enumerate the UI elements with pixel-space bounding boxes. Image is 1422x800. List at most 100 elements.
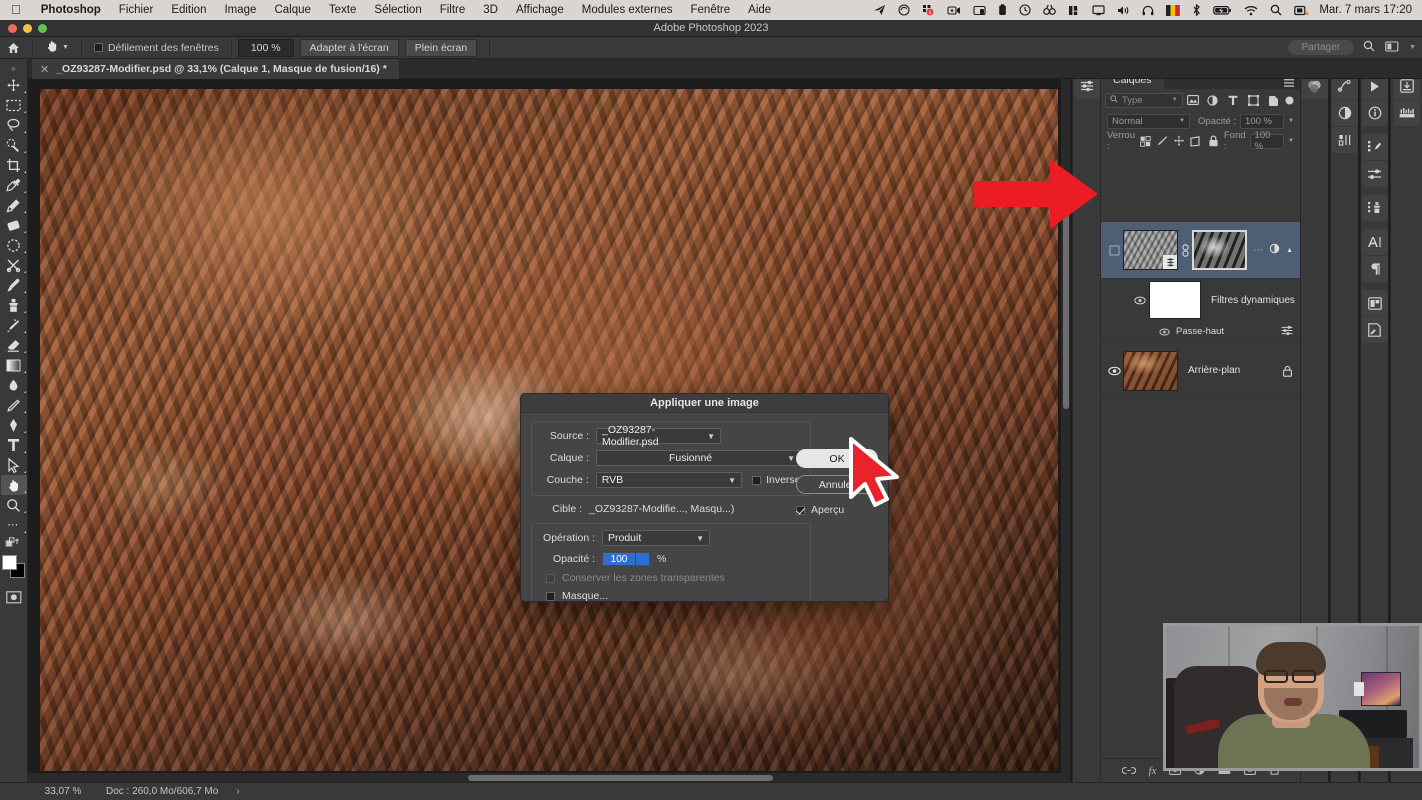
smart-object-filter-icon[interactable] — [1263, 95, 1283, 106]
status-zoom-level[interactable]: 33,07 % — [28, 786, 98, 797]
search-tool-icon[interactable] — [1037, 4, 1062, 16]
link-layers-icon[interactable] — [1121, 762, 1136, 780]
menu-edition[interactable]: Edition — [162, 4, 215, 16]
scroll-thumb[interactable] — [468, 775, 773, 781]
menu-3d[interactable]: 3D — [474, 4, 507, 16]
mask-row[interactable]: Masque... — [538, 590, 804, 601]
toolbar-collapse-button[interactable]: » — [1, 61, 27, 75]
eye-icon[interactable] — [1131, 296, 1149, 305]
brushes-icon[interactable] — [1361, 134, 1388, 160]
chevron-down-icon[interactable]: ▼ — [1409, 44, 1416, 51]
preserve-transparency-row[interactable]: Conserver les zones transparentes — [538, 572, 804, 584]
eye-icon[interactable] — [1105, 366, 1123, 376]
table-row[interactable]: Arrière-plan — [1101, 343, 1301, 399]
full-screen-button[interactable]: Plein écran — [404, 38, 478, 57]
wifi-icon[interactable] — [1238, 5, 1264, 16]
control-center-icon[interactable] — [1288, 5, 1315, 16]
chevron-down-icon[interactable]: ▼ — [62, 44, 69, 51]
dodge-tool[interactable] — [1, 395, 27, 415]
opacity-input[interactable]: 100 — [602, 552, 636, 566]
table-row[interactable]: Filtres dynamiques — [1101, 279, 1301, 321]
type-tool[interactable] — [1, 435, 27, 455]
eraser-tool[interactable] — [1, 335, 27, 355]
marquee-tool[interactable] — [1, 95, 27, 115]
menu-app-name[interactable]: Photoshop — [32, 4, 110, 16]
canvas-horizontal-scrollbar[interactable] — [28, 773, 1070, 782]
clone-source-icon[interactable] — [1361, 195, 1388, 221]
blur-tool[interactable] — [1, 375, 27, 395]
channel-select[interactable]: RVB ▼ — [595, 472, 743, 488]
share-button[interactable]: Partager — [1287, 40, 1354, 55]
ellipsis-icon[interactable]: ⋯ — [1253, 245, 1263, 256]
info-icon[interactable] — [1361, 100, 1388, 126]
frame-tool[interactable] — [1, 235, 27, 255]
screen-record-icon[interactable] — [941, 5, 967, 16]
display-icon[interactable] — [1086, 4, 1111, 16]
screenshot-icon[interactable] — [967, 5, 992, 16]
sliders-icon[interactable] — [1361, 161, 1388, 187]
gradient-tool[interactable] — [1, 355, 27, 375]
chevron-down-icon[interactable]: ▼ — [1288, 138, 1294, 144]
color-swatches[interactable] — [1, 555, 26, 579]
search-icon[interactable] — [1363, 40, 1375, 55]
zoom-100-button[interactable]: 100 % — [237, 38, 294, 57]
menu-selection[interactable]: Sélection — [365, 4, 430, 16]
menu-fenetre[interactable]: Fenêtre — [682, 4, 740, 16]
scissors-tool[interactable] — [1, 255, 27, 275]
link-icon[interactable] — [1178, 243, 1192, 257]
spotlight-icon[interactable] — [1264, 4, 1288, 16]
path-selection-tool[interactable] — [1, 455, 27, 475]
close-icon[interactable]: ✕ — [40, 63, 49, 76]
eye-off-icon[interactable] — [1105, 245, 1123, 256]
volume-icon[interactable] — [1111, 5, 1136, 16]
timeline-icon[interactable] — [1393, 100, 1420, 126]
menu-texte[interactable]: Texte — [320, 4, 366, 16]
swap-colors-icon[interactable] — [1, 535, 27, 551]
menu-bar-clock[interactable]: Mar. 7 mars 17:20 — [1315, 4, 1422, 16]
layer-thumbnail[interactable] — [1123, 230, 1178, 270]
notes-icon[interactable] — [1361, 317, 1388, 343]
fx-icon[interactable]: fx — [1149, 765, 1157, 777]
libraries-icon[interactable] — [1361, 290, 1388, 316]
workspace-icon[interactable] — [1385, 40, 1399, 55]
menu-image[interactable]: Image — [215, 4, 265, 16]
histogram-levels-icon[interactable] — [1331, 127, 1358, 153]
hand-tool[interactable] — [0, 475, 27, 495]
eye-icon[interactable] — [1156, 328, 1172, 336]
eyedropper-tool[interactable] — [1, 175, 27, 195]
telegram-icon[interactable] — [867, 4, 892, 16]
chevron-up-icon[interactable]: ▲ — [1286, 247, 1293, 254]
pen-tool[interactable] — [1, 415, 27, 435]
clone-stamp-tool[interactable] — [1, 295, 27, 315]
lock-position-icon[interactable] — [1173, 135, 1186, 147]
foreground-color-swatch[interactable] — [1, 555, 17, 570]
lock-icon[interactable] — [1282, 365, 1301, 377]
edit-toolbar-button[interactable]: ⋯ — [1, 515, 27, 535]
quick-selection-tool[interactable] — [1, 135, 27, 155]
chevron-right-icon[interactable]: › — [218, 786, 239, 797]
table-row[interactable]: ⋯ ▲ — [1101, 222, 1301, 279]
toggle-icon[interactable] — [1283, 96, 1296, 105]
shape-filter-icon[interactable] — [1243, 94, 1263, 106]
brush-tool[interactable] — [1, 275, 27, 295]
menu-fichier[interactable]: Fichier — [110, 4, 163, 16]
notification-badge-icon[interactable]: 8 — [916, 4, 941, 16]
filter-settings-icon[interactable] — [1281, 325, 1301, 339]
smart-filter-mask-thumbnail[interactable] — [1149, 281, 1201, 319]
bluetooth-icon[interactable] — [1186, 4, 1207, 16]
zoom-tool[interactable] — [1, 495, 27, 515]
menu-calque[interactable]: Calque — [265, 4, 319, 16]
crop-tool[interactable] — [1, 155, 27, 175]
type-filter-icon[interactable] — [1223, 95, 1243, 106]
scroll-windows-checkbox[interactable]: Défilement des fenêtres — [88, 42, 225, 54]
operation-select[interactable]: Produit ▼ — [602, 530, 710, 546]
battery-icon[interactable] — [1207, 5, 1238, 16]
flag-be-icon[interactable] — [1160, 4, 1186, 16]
blend-mode-select[interactable]: Normal ▼ — [1107, 113, 1191, 129]
cloud-sync-icon[interactable] — [892, 4, 916, 16]
source-select[interactable]: _OZ93287-Modifier.psd ▼ — [596, 424, 721, 448]
headphone-icon[interactable] — [1136, 5, 1160, 16]
time-machine-icon[interactable] — [1013, 4, 1037, 16]
character-icon[interactable] — [1361, 229, 1388, 255]
move-tool[interactable] — [1, 75, 27, 95]
